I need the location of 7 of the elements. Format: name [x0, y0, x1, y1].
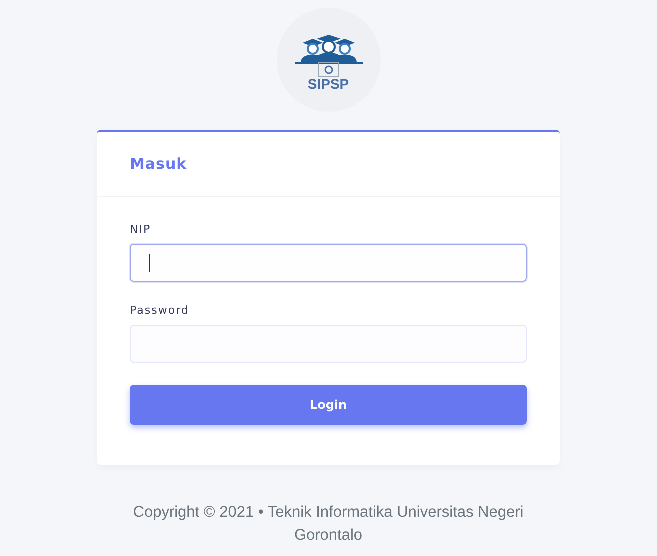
field-label: NIP: [130, 223, 152, 236]
copyright-text: Copyright © 2021 • Teknik Informatika Universitas Negeri Gorontalo: [132, 503, 525, 546]
card-title: Masuk: [130, 155, 188, 173]
input-field[interactable]: [130, 244, 527, 282]
field-label: Password: [130, 304, 190, 317]
logo-text: SIPSP: [308, 77, 350, 91]
login-button[interactable]: Login: [130, 385, 527, 425]
